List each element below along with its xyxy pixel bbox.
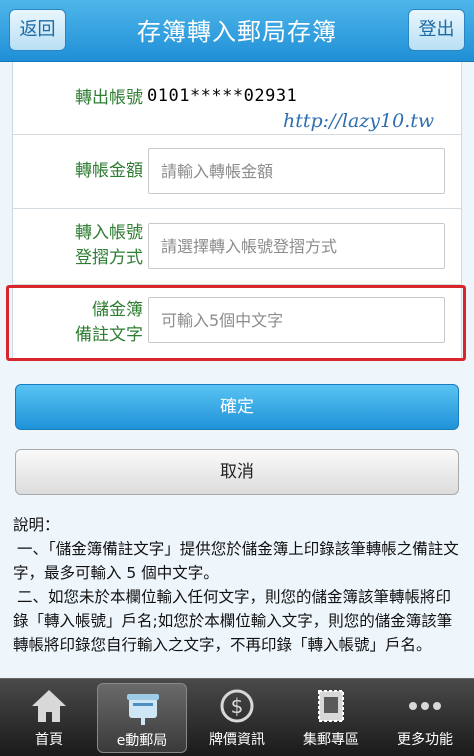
- amount-label: 轉帳金額: [75, 161, 143, 181]
- to-account-label-line2: 登摺方式: [75, 248, 143, 268]
- confirm-button[interactable]: 確定: [15, 384, 459, 430]
- nav-item-home[interactable]: 首頁: [4, 683, 94, 753]
- memo-row: 儲金簿 備註文字: [13, 285, 461, 360]
- to-account-row: 轉入帳號 登摺方式: [13, 209, 461, 285]
- nav-label-stamps: 集郵專區: [303, 732, 359, 748]
- notes-line1: 一、「儲金簿備註文字」提供您於儲金簿上印錄該筆轉帳之備註文字，最多可輸入 5 個…: [13, 540, 459, 582]
- top-bar: 返回 存簿轉入郵局存簿 登出: [0, 0, 474, 62]
- nav-label-emobile: e動郵局: [116, 733, 168, 749]
- dollar-coin-icon: $: [220, 689, 254, 723]
- cancel-button[interactable]: 取消: [15, 449, 459, 495]
- nav-label-more: 更多功能: [397, 732, 453, 748]
- notes-heading: 說明：: [13, 516, 60, 534]
- nav-item-emobile[interactable]: e動郵局: [97, 683, 187, 753]
- from-account-label: 轉出帳號: [75, 88, 143, 108]
- svg-text:$: $: [231, 694, 244, 718]
- nav-label-home: 首頁: [35, 732, 63, 748]
- nav-label-rates: 牌價資訊: [209, 732, 265, 748]
- amount-row: 轉帳金額: [13, 135, 461, 209]
- nav-item-more[interactable]: 更多功能: [380, 683, 470, 753]
- mailbox-icon: [127, 694, 159, 725]
- home-icon: [32, 690, 66, 722]
- bottom-nav: 首頁 e動郵局 $ 牌價資訊 集郵專區 更多功能: [0, 678, 474, 756]
- to-account-label-line1: 轉入帳號: [75, 223, 143, 243]
- to-account-label: 轉入帳號 登摺方式: [75, 221, 143, 271]
- to-account-select[interactable]: [148, 223, 445, 269]
- memo-input[interactable]: [148, 297, 445, 343]
- from-account-value: 0101*****02931: [147, 86, 298, 106]
- page-title: 存簿轉入郵局存簿: [137, 18, 337, 46]
- nav-item-stamps[interactable]: 集郵專區: [286, 683, 376, 753]
- amount-input[interactable]: [148, 148, 445, 194]
- logout-button[interactable]: 登出: [408, 9, 465, 51]
- notes-line2: 二、如您未於本欄位輸入任何文字，則您的儲金簿該筆轉帳將印錄「轉入帳號」戶名;如您…: [13, 588, 453, 654]
- memo-label-line1: 儲金簿: [92, 300, 143, 320]
- notes-section: 說明： 一、「儲金簿備註文字」提供您於儲金簿上印錄該筆轉帳之備註文字，最多可輸入…: [13, 513, 465, 657]
- memo-label: 儲金簿 備註文字: [75, 298, 143, 348]
- transfer-form: 轉出帳號 0101*****02931 轉帳金額 轉入帳號 登摺方式 儲金簿 備…: [12, 62, 462, 360]
- more-dots-icon: [409, 702, 441, 710]
- memo-label-line2: 備註文字: [75, 325, 143, 345]
- watermark-text: http://lazy10.tw: [283, 110, 435, 132]
- nav-item-rates[interactable]: $ 牌價資訊: [192, 683, 282, 753]
- stamp-icon: [318, 690, 344, 722]
